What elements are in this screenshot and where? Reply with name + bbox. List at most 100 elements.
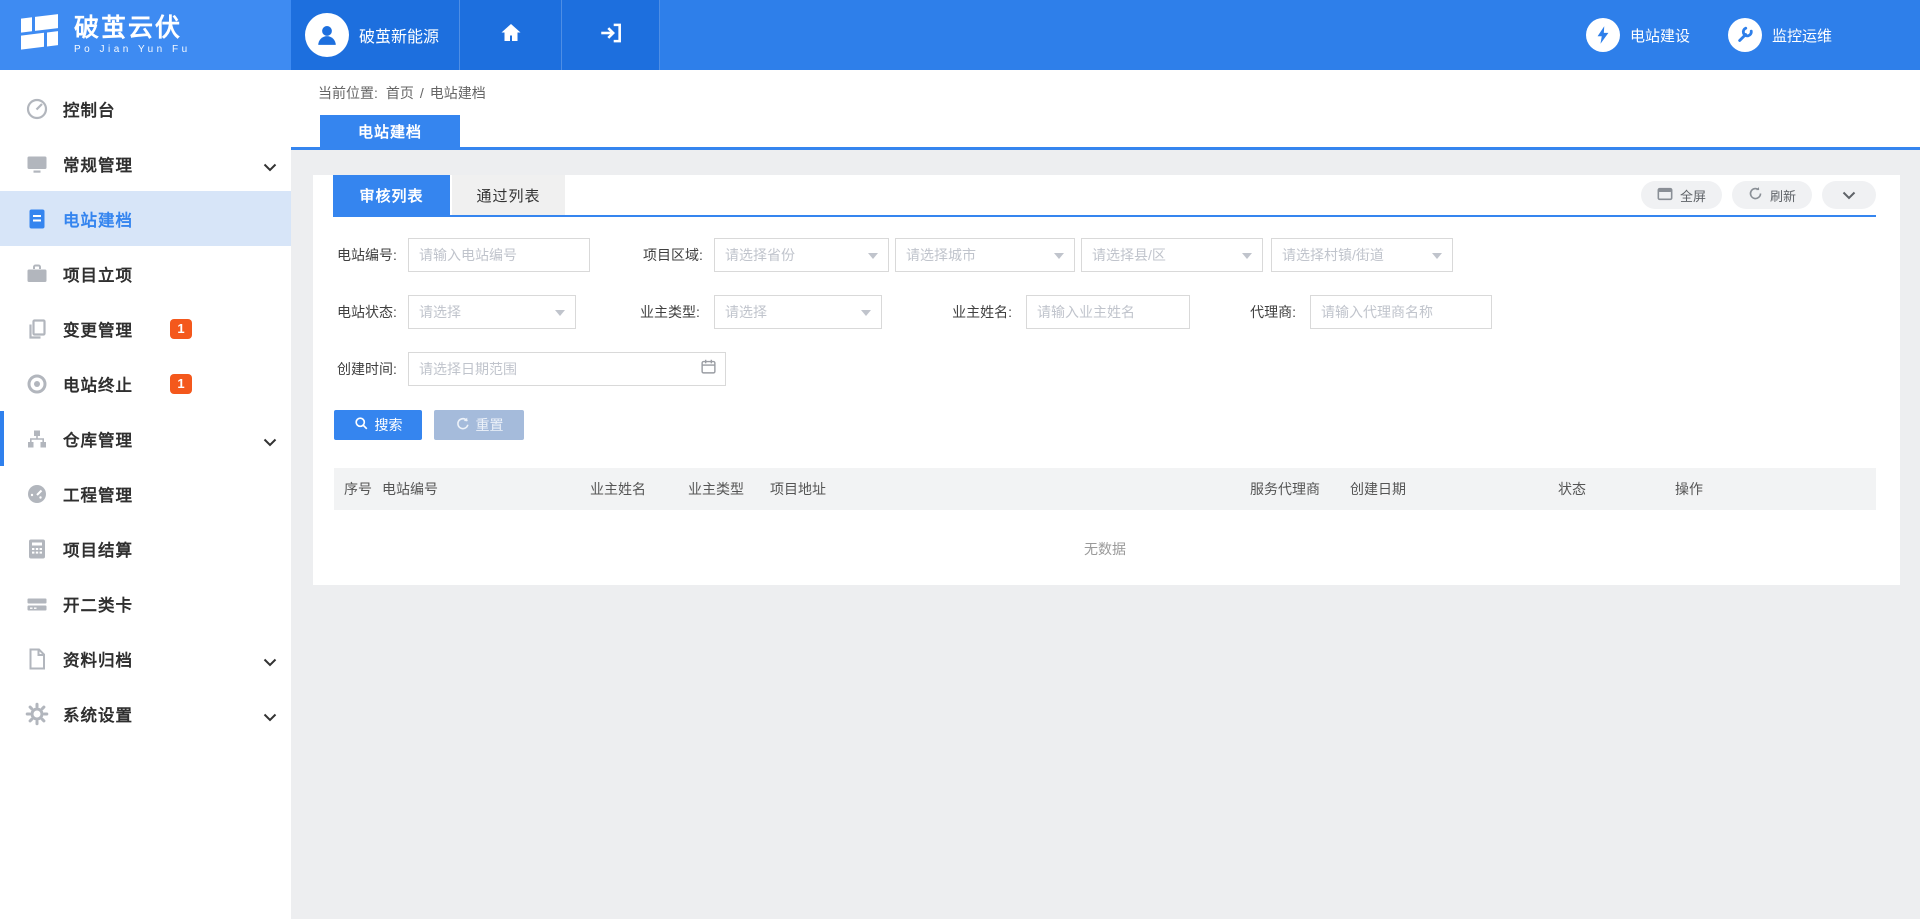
brand-logo: 破茧云伏 Po Jian Yun Fu <box>0 0 291 70</box>
sitemap-icon <box>24 426 50 452</box>
reset-icon <box>455 416 470 434</box>
logo-subtitle: Po Jian Yun Fu <box>74 44 191 55</box>
sidebar-item-system-settings[interactable]: 系统设置 <box>0 686 291 741</box>
sidebar: 控制台 常规管理 电站建档 <box>0 70 291 919</box>
owner-type-select[interactable]: 请选择 <box>714 295 882 329</box>
agent-input[interactable] <box>1310 295 1492 329</box>
col-create-date: 创建日期 <box>1350 479 1558 499</box>
town-select[interactable]: 请选择村镇/街道 <box>1271 238 1453 272</box>
owner-name-input[interactable] <box>1026 295 1190 329</box>
breadcrumb-separator: / <box>420 85 424 101</box>
owner-type-label: 业主类型: <box>637 302 714 322</box>
chevron-down-icon <box>1842 188 1856 203</box>
tab-review-list[interactable]: 审核列表 <box>333 175 450 215</box>
document-icon <box>24 206 50 232</box>
logout-button[interactable] <box>562 0 660 70</box>
user-menu[interactable]: 破茧新能源 <box>291 0 460 70</box>
calculator-icon <box>24 536 50 562</box>
archive-icon <box>24 646 50 672</box>
chevron-down-icon <box>263 434 279 444</box>
top-header: 破茧云伏 Po Jian Yun Fu 破茧新能源 <box>0 0 1920 70</box>
sidebar-item-open-card[interactable]: 开二类卡 <box>0 576 291 631</box>
filter-row-2: 电站状态: 请选择 业主类型: 请选择 业主姓名: 代理商: <box>334 295 1492 329</box>
chevron-down-icon <box>263 159 279 169</box>
sidebar-item-console[interactable]: 控制台 <box>0 81 291 136</box>
caret-down-icon <box>1242 253 1252 259</box>
gear-icon <box>24 701 50 727</box>
caret-down-icon <box>555 310 565 316</box>
nav-station-build[interactable]: 电站建设 <box>1586 18 1690 52</box>
breadcrumb: 当前位置: 首页 / 电站建档 <box>291 70 1920 116</box>
region-label: 项目区域: <box>640 245 714 265</box>
county-select[interactable]: 请选择县/区 <box>1081 238 1263 272</box>
nav-monitor-ops[interactable]: 监控运维 <box>1728 18 1832 52</box>
wrench-icon <box>1728 18 1762 52</box>
lightning-icon <box>1586 18 1620 52</box>
caret-down-icon <box>868 253 878 259</box>
refresh-button[interactable]: 刷新 <box>1732 181 1812 209</box>
search-button[interactable]: 搜索 <box>334 410 422 440</box>
reset-button[interactable]: 重置 <box>434 410 524 440</box>
panel-card: 审核列表 通过列表 全屏 <box>313 175 1900 585</box>
sidebar-item-project-settlement[interactable]: 项目结算 <box>0 521 291 576</box>
caret-down-icon <box>861 310 871 316</box>
target-icon <box>24 371 50 397</box>
sidebar-item-engineering-mgmt[interactable]: 工程管理 <box>0 466 291 521</box>
app-root: 破茧云伏 Po Jian Yun Fu 破茧新能源 <box>0 0 1920 919</box>
logout-icon <box>598 20 624 51</box>
col-service-agent: 服务代理商 <box>1250 479 1350 499</box>
notification-badge: 1 <box>170 374 192 394</box>
col-actions: 操作 <box>1675 479 1876 499</box>
home-icon <box>499 21 523 50</box>
home-button[interactable] <box>460 0 562 70</box>
sidebar-item-project-initiation[interactable]: 项目立项 <box>0 246 291 301</box>
avatar <box>305 13 349 57</box>
tab-passed-list[interactable]: 通过列表 <box>452 175 565 215</box>
province-select[interactable]: 请选择省份 <box>714 238 889 272</box>
caret-down-icon <box>1432 253 1442 259</box>
breadcrumb-current: 电站建档 <box>430 83 486 103</box>
panel-toolbar: 全屏 刷新 <box>1641 181 1876 209</box>
nav-label: 电站建设 <box>1630 25 1690 46</box>
fullscreen-icon <box>1657 187 1673 204</box>
monitor-icon <box>24 151 50 177</box>
refresh-icon <box>1748 186 1763 204</box>
nav-label: 监控运维 <box>1772 25 1832 46</box>
sidebar-item-warehouse-mgmt[interactable]: 仓库管理 <box>0 411 291 466</box>
page-tab-station-filing[interactable]: 电站建档 <box>320 115 460 147</box>
sidebar-item-data-archive[interactable]: 资料归档 <box>0 631 291 686</box>
collapse-button[interactable] <box>1822 181 1876 209</box>
header-nav: 电站建设 监控运维 <box>1586 0 1920 70</box>
tab-underline <box>333 215 1876 217</box>
table-header: 序号 电站编号 业主姓名 业主类型 项目地址 服务代理商 创建日期 状态 操作 <box>334 468 1876 510</box>
col-owner-name: 业主姓名 <box>590 479 688 499</box>
sidebar-item-station-filing[interactable]: 电站建档 <box>0 191 291 246</box>
chevron-down-icon <box>263 709 279 719</box>
logo-title: 破茧云伏 <box>74 15 191 42</box>
gauge-icon <box>24 96 50 122</box>
city-select[interactable]: 请选择城市 <box>895 238 1075 272</box>
caret-down-icon <box>1054 253 1064 259</box>
page-tab-bar <box>291 116 1920 147</box>
filter-actions: 搜索 重置 <box>334 410 524 440</box>
notification-badge: 1 <box>170 319 192 339</box>
col-status: 状态 <box>1558 479 1675 499</box>
station-no-label: 电站编号: <box>334 245 408 265</box>
card-icon <box>24 591 50 617</box>
company-name: 破茧新能源 <box>359 23 439 47</box>
search-icon <box>354 416 369 434</box>
fullscreen-button[interactable]: 全屏 <box>1641 181 1722 209</box>
col-station-no: 电站编号 <box>382 479 590 499</box>
sidebar-item-general-mgmt[interactable]: 常规管理 <box>0 136 291 191</box>
sidebar-item-station-termination[interactable]: 电站终止 1 <box>0 356 291 411</box>
sidebar-item-change-mgmt[interactable]: 变更管理 1 <box>0 301 291 356</box>
content-divider <box>291 147 1920 150</box>
date-range-input[interactable] <box>408 352 726 386</box>
breadcrumb-prefix: 当前位置: <box>318 83 378 103</box>
station-no-input[interactable] <box>408 238 590 272</box>
breadcrumb-home-link[interactable]: 首页 <box>386 83 414 103</box>
active-marker <box>0 411 4 466</box>
date-range-picker[interactable] <box>408 352 726 386</box>
station-status-select[interactable]: 请选择 <box>408 295 576 329</box>
calendar-icon <box>700 358 717 380</box>
